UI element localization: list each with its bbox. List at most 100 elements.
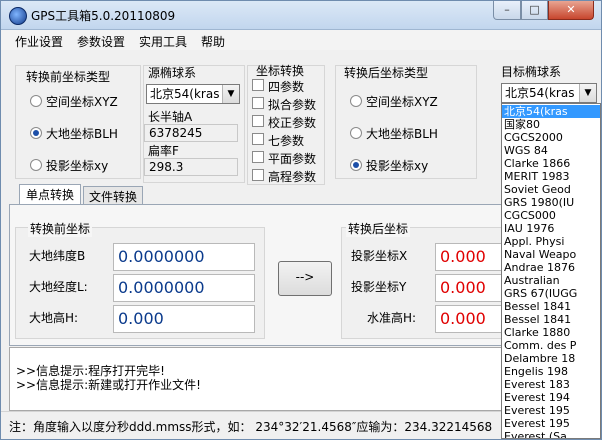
height-label: 大地高H: (29, 311, 79, 325)
menu-job-settings[interactable]: 作业设置 (15, 33, 63, 50)
dropdown-option[interactable]: Australian (502, 274, 600, 287)
seven-param-checkbox[interactable] (252, 133, 264, 145)
tab-single-point[interactable]: 单点转换 (19, 184, 81, 205)
source-xy-radio[interactable] (30, 159, 42, 171)
dropdown-option[interactable]: GRS 1980(IU (502, 196, 600, 209)
longitude-input[interactable]: 0.0000000 (113, 274, 255, 302)
dropdown-option[interactable]: IAU 1976 (502, 222, 600, 235)
dropdown-option[interactable]: Comm. des P (502, 339, 600, 352)
dropdown-option[interactable]: Everest (Sa (502, 430, 600, 438)
radio-label: 空间坐标XYZ (366, 95, 438, 109)
proj-y-output: 0.000 (435, 274, 501, 302)
level-height-output: 0.000 (435, 305, 501, 333)
dropdown-option[interactable]: Andrae 1876 (502, 261, 600, 274)
height-input[interactable]: 0.000 (113, 305, 255, 333)
coordinate-transform-group: 坐标转换 四参数 拟合参数 校正参数 七参数 平面参数 高程参数 (247, 64, 325, 185)
source-ellipsoid-select[interactable]: 北京54(kras ▼ (146, 84, 240, 104)
dropdown-option[interactable]: Everest 195 (502, 417, 600, 430)
target-ellipsoid-title: 目标椭球系 (501, 65, 562, 79)
radio-label: 投影坐标xy (46, 159, 109, 173)
dropdown-option[interactable]: 国家80 (502, 118, 600, 131)
radio-label: 大地坐标BLH (46, 127, 118, 141)
target-coordinate-type-group: 转换后坐标类型 空间坐标XYZ 大地坐标BLH 投影坐标xy (335, 65, 477, 179)
radio-label: 大地坐标BLH (366, 127, 438, 141)
group-title: 转换后坐标 (346, 220, 411, 237)
close-button[interactable]: ✕ (548, 1, 594, 20)
target-blh-radio[interactable] (350, 127, 362, 139)
app-window: GPS工具箱5.0.20110809 – □ ✕ 作业设置 参数设置 实用工具 … (0, 0, 602, 440)
checkbox-label: 平面参数 (268, 152, 317, 166)
flattening-label: 扁率F (148, 144, 179, 158)
checkbox-label: 四参数 (268, 80, 305, 94)
target-xyz-radio[interactable] (350, 95, 362, 107)
latitude-input[interactable]: 0.0000000 (113, 243, 255, 271)
menu-utilities[interactable]: 实用工具 (139, 33, 187, 50)
convert-button[interactable]: --> (278, 261, 332, 296)
chevron-down-icon: ▼ (222, 85, 239, 103)
window-title: GPS工具箱5.0.20110809 (31, 9, 176, 23)
height-param-checkbox[interactable] (252, 169, 264, 181)
dropdown-option[interactable]: Bessel 1841 (502, 300, 600, 313)
dropdown-option[interactable]: Everest 183 (502, 378, 600, 391)
dropdown-option[interactable]: Appl. Physi (502, 235, 600, 248)
log-line: >>信息提示:新建或打开作业文件! (16, 378, 201, 392)
menu-parameter-settings[interactable]: 参数设置 (77, 33, 125, 50)
app-globe-icon (9, 7, 27, 25)
longitude-label: 大地经度L: (29, 280, 88, 294)
group-title: 转换前坐标类型 (26, 70, 111, 84)
checkbox-label: 高程参数 (268, 170, 317, 184)
semi-major-value: 6378245 (144, 124, 238, 142)
fitting-param-checkbox[interactable] (252, 97, 264, 109)
maximize-button[interactable]: □ (521, 1, 548, 20)
chevron-down-icon: ▼ (579, 84, 596, 102)
correction-param-checkbox[interactable] (252, 115, 264, 127)
dropdown-option[interactable]: Naval Weapo (502, 248, 600, 261)
dropdown-option[interactable]: CGCS2000 (502, 131, 600, 144)
group-title: 转换前坐标 (28, 220, 93, 237)
message-log[interactable]: >>信息提示:程序打开完毕! >>信息提示:新建或打开作业文件! (9, 347, 503, 411)
minimize-button[interactable]: – (493, 1, 521, 20)
dropdown-option[interactable]: Engelis 198 (502, 365, 600, 378)
radio-label: 空间坐标XYZ (46, 95, 118, 109)
tab-file-convert[interactable]: 文件转换 (83, 186, 143, 206)
source-coordinate-type-group: 转换前坐标类型 空间坐标XYZ 大地坐标BLH 投影坐标xy (15, 65, 141, 179)
menu-help[interactable]: 帮助 (201, 33, 225, 50)
group-title: 坐标转换 (256, 64, 305, 78)
flattening-value: 298.3 (144, 158, 238, 176)
dropdown-option[interactable]: Bessel 1841 (502, 313, 600, 326)
selected-value: 北京54(kras (150, 87, 220, 101)
target-ellipsoid-select[interactable]: 北京54(kras ▼ (501, 83, 597, 103)
dropdown-option[interactable]: GRS 67(IUGG (502, 287, 600, 300)
source-xyz-radio[interactable] (30, 95, 42, 107)
radio-label: 投影坐标xy (366, 159, 429, 173)
dropdown-option[interactable]: Soviet Geod (502, 183, 600, 196)
target-xy-radio[interactable] (350, 159, 362, 171)
dropdown-option[interactable]: WGS 84 (502, 144, 600, 157)
proj-y-label: 投影坐标Y (351, 280, 407, 294)
proj-x-label: 投影坐标X (351, 249, 408, 263)
dropdown-option[interactable]: Clarke 1880 (502, 326, 600, 339)
target-ellipsoid-dropdown[interactable]: 北京54(kras 国家80 CGCS2000 WGS 84 Clarke 18… (501, 103, 601, 439)
dropdown-option[interactable]: CGCS000 (502, 209, 600, 222)
plane-param-checkbox[interactable] (252, 151, 264, 163)
title-bar[interactable]: GPS工具箱5.0.20110809 – □ ✕ (1, 1, 601, 30)
dropdown-option[interactable]: MERIT 1983 (502, 170, 600, 183)
dropdown-option[interactable]: Everest 195 (502, 404, 600, 417)
selected-value: 北京54(kras (505, 86, 575, 100)
dropdown-option[interactable]: Clarke 1866 (502, 157, 600, 170)
checkbox-label: 校正参数 (268, 116, 317, 130)
dropdown-option[interactable]: Everest 194 (502, 391, 600, 404)
proj-x-output: 0.000 (435, 243, 501, 271)
status-text: 注：角度输入以度分秒ddd.mmss形式，如： 234°32′21.4568″应… (9, 420, 493, 434)
dropdown-option[interactable]: Delambre 18 (502, 352, 600, 365)
semi-major-label: 长半轴A (148, 110, 193, 124)
source-ellipsoid-group: 源椭球系 北京54(kras ▼ 长半轴A 6378245 扁率F 298.3 (143, 65, 245, 183)
menu-bar: 作业设置 参数设置 实用工具 帮助 (1, 30, 601, 50)
four-param-checkbox[interactable] (252, 79, 264, 91)
latitude-label: 大地纬度B (29, 249, 86, 263)
dropdown-option[interactable]: 北京54(kras (502, 105, 600, 118)
level-height-label: 水准高H: (367, 311, 417, 325)
group-title: 转换后坐标类型 (344, 66, 429, 80)
group-title: 源椭球系 (148, 66, 197, 80)
source-blh-radio[interactable] (30, 127, 42, 139)
